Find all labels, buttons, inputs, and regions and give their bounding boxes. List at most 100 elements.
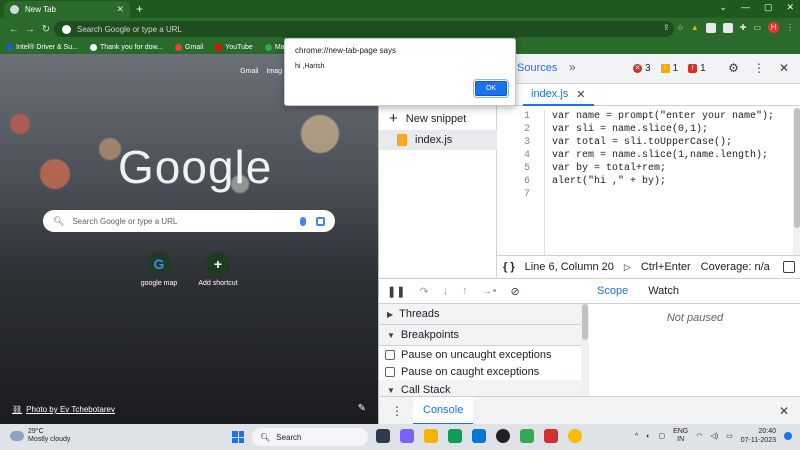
debugger-scrollbar[interactable] — [581, 304, 589, 396]
code-line: var name = prompt("enter your name"); — [552, 111, 775, 122]
step-out-icon[interactable]: ↑ — [462, 285, 468, 297]
profile-avatar[interactable]: H — [768, 22, 779, 33]
close-window-icon[interactable]: ✕ — [786, 2, 794, 13]
bookmark-star-icon[interactable]: ☆ — [677, 23, 684, 32]
edge-icon[interactable] — [448, 429, 462, 443]
file-explorer-icon[interactable] — [424, 429, 438, 443]
pause-icon[interactable]: ❚❚ — [387, 285, 405, 298]
tray-app-icon[interactable]: ▢ — [658, 432, 665, 440]
editor-scrollbar[interactable] — [793, 108, 800, 256]
tab-console[interactable]: Console — [413, 396, 474, 425]
step-into-icon[interactable]: ↓ — [443, 285, 449, 297]
close-icon[interactable]: ✕ — [576, 88, 585, 101]
new-snippet-label: New snippet — [405, 112, 467, 125]
checkbox[interactable] — [385, 366, 395, 377]
tab-sources[interactable]: Sources — [517, 62, 557, 74]
maximize-icon[interactable]: ▢ — [764, 2, 773, 13]
extension-icon[interactable] — [722, 22, 733, 33]
code-area[interactable]: 1 2 3 4 5 6 7 var name = prompt("enter y… — [497, 108, 800, 256]
photo-credit-link[interactable]: ⛓ Photo by Ev Tchebotarev — [12, 405, 115, 414]
mic-icon[interactable] — [300, 216, 306, 226]
devtools-panel: Sources » ✕ 3 ! 1 ! 1 ⚙ ⋮ ✕ + New snippet i… — [378, 54, 800, 425]
debugger-toolbar: ❚❚ ↷ ↓ ↑ →• ⊘ — [379, 278, 589, 304]
extension-icon[interactable] — [705, 22, 716, 33]
issue-counters[interactable]: ✕ 3 ! 1 ! 1 — [633, 63, 706, 74]
new-tab-page: Gmail Imag Google 🔍︎ Search Google or ty… — [0, 54, 378, 424]
extensions-puzzle-icon[interactable]: ✚ — [740, 23, 747, 32]
step-over-icon[interactable]: ↷ — [419, 285, 428, 298]
code-line: var by = total+rem; — [552, 163, 667, 174]
ntp-search-box[interactable]: 🔍︎ Search Google or type a URL — [43, 210, 335, 232]
add-shortcut-button[interactable]: + Add shortcut — [183, 252, 253, 287]
mcafee-icon[interactable] — [544, 429, 558, 443]
toggle-drawer-icon[interactable] — [783, 261, 795, 273]
lang-top: ENG — [673, 428, 689, 435]
close-drawer-icon[interactable]: ✕ — [779, 404, 789, 418]
chrome-icon[interactable] — [568, 429, 582, 443]
clock[interactable]: 20:40 07-11-2023 — [741, 427, 776, 445]
images-link[interactable]: Imag — [266, 68, 282, 75]
minimize-icon[interactable]: — — [741, 2, 750, 13]
threads-section-header[interactable]: ▶ Threads — [379, 304, 588, 325]
pause-uncaught-option[interactable]: Pause on uncaught exceptions — [379, 346, 588, 363]
menu-kebab-icon[interactable]: ⋮ — [786, 23, 794, 32]
volume-icon[interactable]: ◁) — [710, 432, 718, 440]
tab-scope[interactable]: Scope — [597, 285, 628, 297]
gmail-icon — [175, 43, 183, 51]
warning-extension-icon[interactable]: ▲ — [691, 23, 699, 32]
browser-tab[interactable]: New Tab ✕ — [4, 1, 130, 18]
new-tab-button[interactable]: + — [136, 2, 143, 16]
sidebar-icon[interactable]: ▭ — [753, 23, 761, 32]
task-view-icon[interactable] — [376, 429, 390, 443]
editor-tab-index-js[interactable]: index.js ✕ — [523, 84, 594, 106]
gmail-link[interactable]: Gmail — [240, 68, 258, 75]
weather-widget[interactable]: 29°C Mostly cloudy — [10, 428, 70, 444]
dialog-title: chrome://new-tab-page says — [295, 46, 396, 55]
back-icon[interactable]: ← — [6, 24, 22, 35]
snippet-item[interactable]: index.js — [379, 130, 497, 150]
address-bar[interactable]: Search Google or type a URL — [54, 21, 674, 37]
notification-icon[interactable] — [784, 432, 792, 440]
taskbar-search[interactable]: 🔍︎ Search — [252, 428, 368, 446]
language-indicator[interactable]: ENG IN — [673, 428, 688, 444]
tray-app-icon[interactable]: ◐ — [646, 433, 650, 440]
reload-icon[interactable]: ↻ — [38, 24, 54, 35]
call-stack-section-header[interactable]: ▼ Call Stack — [379, 380, 588, 396]
ntp-top-links: Gmail Imag — [240, 68, 282, 75]
step-icon[interactable]: →• — [482, 285, 497, 297]
bookmark-item[interactable]: Thank you for dow... — [89, 43, 163, 51]
ok-button[interactable]: OK — [473, 79, 509, 98]
wifi-icon[interactable]: ◠ — [696, 432, 702, 440]
battery-icon[interactable]: ▭ — [726, 432, 733, 440]
store-icon[interactable] — [472, 429, 486, 443]
pretty-print-braces-icon[interactable]: { } — [503, 261, 515, 273]
tray-chevron-icon[interactable]: ^ — [635, 433, 638, 440]
warning-count: ! 1 — [660, 63, 678, 74]
bookmark-item[interactable]: Intel® Driver & Su... — [6, 43, 78, 51]
more-tabs-icon[interactable]: » — [569, 60, 576, 74]
forward-icon[interactable]: → — [22, 24, 38, 35]
bookmark-item[interactable]: YouTube — [215, 43, 253, 51]
breakpoints-section-header[interactable]: ▼ Breakpoints — [379, 325, 588, 346]
tab-search-icon[interactable]: ⌄ — [719, 2, 727, 13]
windows-start-icon[interactable] — [232, 431, 244, 443]
new-snippet-button[interactable]: + New snippet — [389, 110, 466, 127]
checkbox[interactable] — [385, 349, 395, 360]
customize-pencil-icon[interactable]: ✎ — [358, 403, 366, 414]
drawer-menu-icon[interactable]: ⋮ — [379, 404, 403, 418]
pause-caught-option[interactable]: Pause on caught exceptions — [379, 363, 588, 380]
github-icon[interactable] — [496, 429, 510, 443]
bookmark-item[interactable]: Gmail — [175, 43, 203, 51]
settings-gear-icon[interactable]: ⚙ — [728, 61, 739, 75]
lens-icon[interactable] — [316, 216, 325, 226]
run-snippet-icon[interactable]: ▷ — [624, 262, 631, 273]
devtools-menu-icon[interactable]: ⋮ — [753, 61, 765, 75]
close-devtools-icon[interactable]: ✕ — [779, 61, 789, 75]
tab-close-icon[interactable]: ✕ — [116, 4, 124, 15]
tab-watch[interactable]: Watch — [648, 285, 679, 297]
deactivate-breakpoints-icon[interactable]: ⊘ — [511, 285, 520, 298]
teams-icon[interactable] — [400, 429, 414, 443]
code-line: alert("hi ," + by); — [552, 176, 667, 187]
app-icon[interactable] — [520, 429, 534, 443]
share-icon[interactable]: ⇪ — [663, 23, 670, 32]
